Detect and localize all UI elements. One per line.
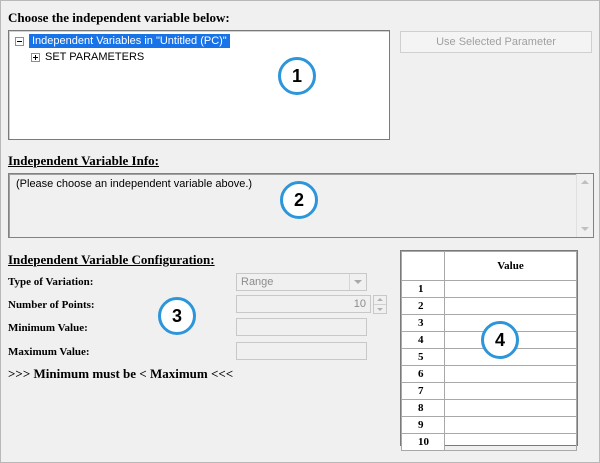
number-of-points-value: 10 [353, 298, 366, 310]
row-header: 10 [401, 433, 445, 451]
row-header: 4 [401, 331, 445, 349]
value-column-header: Value [444, 251, 577, 281]
value-cell[interactable] [444, 433, 577, 451]
chevron-down-icon [354, 280, 362, 284]
value-cell[interactable] [444, 382, 577, 400]
variable-config-title: Independent Variable Configuration: [8, 252, 215, 267]
expand-icon[interactable] [31, 52, 40, 62]
callout-marker-4: 4 [481, 321, 519, 359]
row-header: 7 [401, 382, 445, 400]
row-header: 1 [401, 280, 445, 298]
table-row: 1 [401, 280, 577, 298]
collapse-icon[interactable] [15, 36, 24, 46]
tree-node-root[interactable]: Independent Variables in "Untitled (PC)" [15, 33, 230, 49]
type-of-variation-value: Range [241, 276, 274, 288]
tree-node-root-label[interactable]: Independent Variables in "Untitled (PC)" [29, 34, 230, 48]
row-header: 3 [401, 314, 445, 332]
value-cell[interactable] [444, 416, 577, 434]
value-cell[interactable] [444, 280, 577, 298]
row-header: 2 [401, 297, 445, 315]
table-row: 8 [401, 399, 577, 417]
table-row: 10 [401, 433, 577, 451]
minimum-value-input[interactable] [236, 318, 367, 336]
row-header: 8 [401, 399, 445, 417]
row-header: 9 [401, 416, 445, 434]
grid-corner-cell [401, 251, 445, 281]
table-row: 2 [401, 297, 577, 315]
tree-node-set-parameters-label[interactable]: SET PARAMETERS [45, 51, 144, 63]
grid-header-row: Value [401, 251, 577, 281]
table-row: 6 [401, 365, 577, 383]
tree-node-set-parameters[interactable]: SET PARAMETERS [31, 49, 144, 65]
type-of-variation-select[interactable]: Range [236, 273, 367, 291]
type-of-variation-label: Type of Variation: [8, 276, 94, 288]
row-header: 5 [401, 348, 445, 366]
stepper-down-icon[interactable] [377, 308, 383, 311]
table-row: 9 [401, 416, 577, 434]
table-row: 7 [401, 382, 577, 400]
maximum-value-input[interactable] [236, 342, 367, 360]
number-of-points-input[interactable]: 10 [236, 295, 371, 313]
min-max-warning: >>> Minimum must be < Maximum <<< [8, 366, 234, 381]
variable-info-text: (Please choose an independent variable a… [16, 178, 253, 190]
number-of-points-stepper[interactable] [373, 295, 387, 314]
variable-info-title: Independent Variable Info: [8, 153, 159, 168]
stepper-up-icon[interactable] [377, 298, 383, 301]
minimum-value-label: Minimum Value: [8, 322, 88, 334]
value-cell[interactable] [444, 399, 577, 417]
scroll-down-icon[interactable] [581, 227, 589, 231]
maximum-value-label: Maximum Value: [8, 346, 90, 358]
number-of-points-label: Number of Points: [8, 299, 95, 311]
row-header: 6 [401, 365, 445, 383]
dropdown-button[interactable] [349, 274, 366, 290]
choose-variable-title: Choose the independent variable below: [8, 10, 230, 25]
scroll-up-icon[interactable] [581, 180, 589, 184]
info-scrollbar[interactable] [576, 174, 593, 237]
variable-tree[interactable]: Independent Variables in "Untitled (PC)"… [8, 30, 390, 140]
value-cell[interactable] [444, 297, 577, 315]
use-selected-parameter-button[interactable]: Use Selected Parameter [400, 31, 592, 53]
callout-marker-2: 2 [280, 181, 318, 219]
callout-marker-1: 1 [278, 57, 316, 95]
callout-marker-3: 3 [158, 297, 196, 335]
value-cell[interactable] [444, 365, 577, 383]
